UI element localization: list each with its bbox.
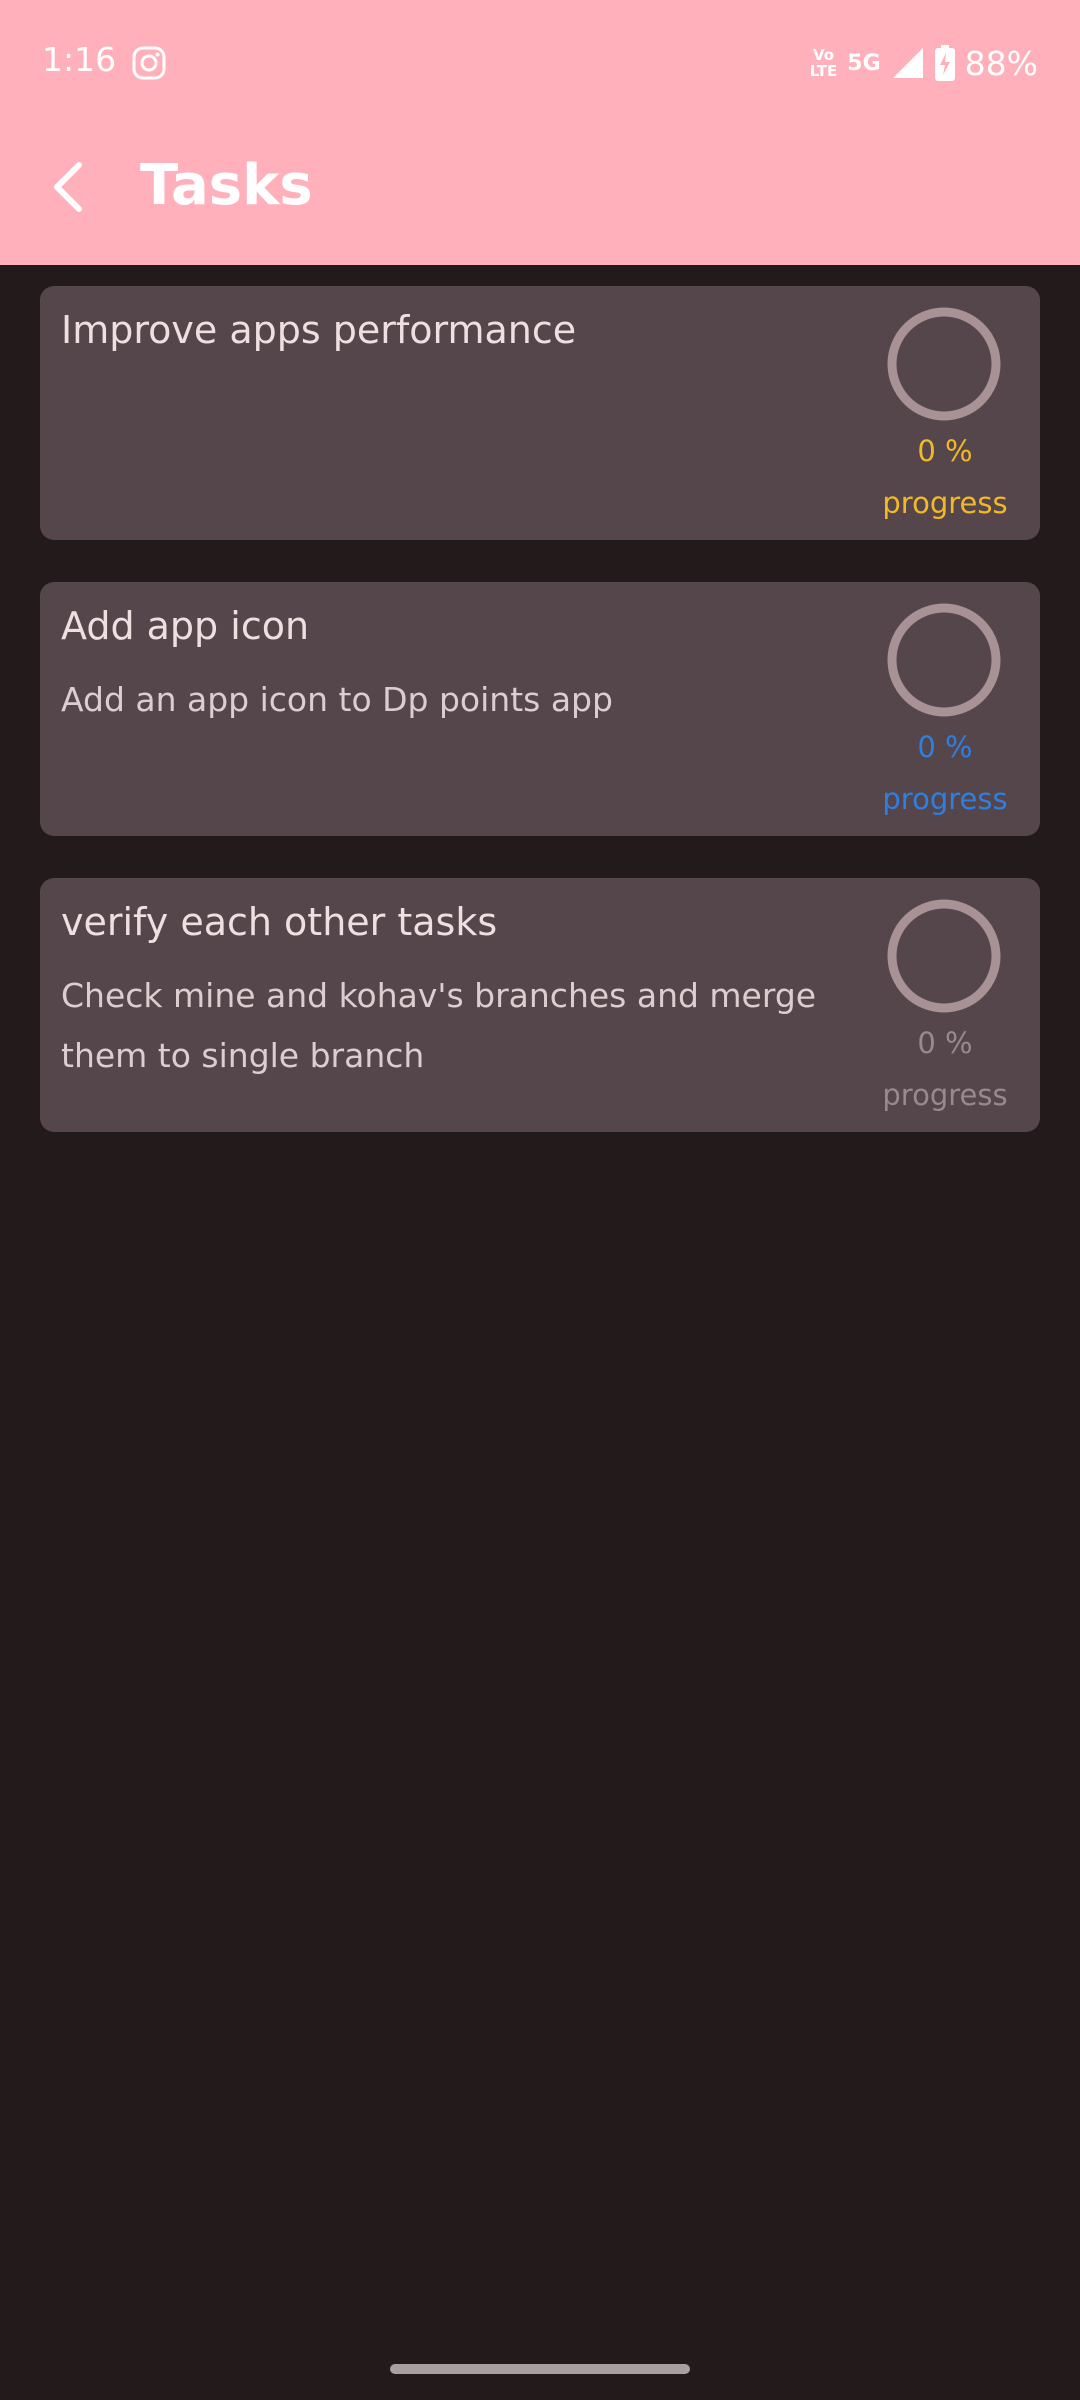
- status-icons: Vo LTE 5G 88%: [810, 40, 1038, 86]
- progress-label: progress: [882, 782, 1008, 816]
- battery-charging-icon: [934, 45, 955, 81]
- instagram-notification-icon: [132, 46, 166, 80]
- page-title: Tasks: [140, 153, 313, 218]
- status-time: 1:16: [42, 40, 117, 79]
- app-screen: 1:16 Vo LTE 5G 88% Tasks Improve apps pe…: [0, 0, 1080, 2400]
- battery-percentage: 88%: [964, 43, 1038, 83]
- task-card[interactable]: Add app icon Add an app icon to Dp point…: [40, 582, 1040, 836]
- task-list: Improve apps performance 0 % progress Ad…: [40, 286, 1040, 1174]
- volte-top-label: Vo: [812, 46, 835, 64]
- progress-ring-icon: [887, 603, 1001, 717]
- progress-percent: 0 %: [917, 434, 973, 468]
- task-title: Improve apps performance: [61, 308, 577, 352]
- task-card[interactable]: verify each other tasks Check mine and k…: [40, 878, 1040, 1132]
- progress-ring-icon: [887, 899, 1001, 1013]
- back-button[interactable]: [44, 152, 92, 222]
- task-title: verify each other tasks: [61, 900, 498, 944]
- signal-icon: [892, 48, 923, 78]
- task-description: Add an app icon to Dp points app: [61, 680, 613, 719]
- progress-label: progress: [882, 486, 1008, 520]
- progress-label: progress: [882, 1078, 1008, 1112]
- task-title: Add app icon: [61, 604, 310, 648]
- progress-ring-icon: [887, 307, 1001, 421]
- network-type: 5G: [847, 50, 881, 76]
- home-indicator[interactable]: [390, 2364, 690, 2374]
- progress-percent: 0 %: [917, 730, 973, 764]
- volte-bottom-label: LTE: [809, 62, 838, 80]
- volte-indicator: Vo LTE: [810, 47, 838, 79]
- task-description: Check mine and kohav's branches and merg…: [61, 976, 817, 1075]
- progress-percent: 0 %: [917, 1026, 973, 1060]
- task-card[interactable]: Improve apps performance 0 % progress: [40, 286, 1040, 540]
- top-app-bar: 1:16 Vo LTE 5G 88% Tasks: [0, 0, 1080, 265]
- back-arrow-icon: [54, 162, 82, 212]
